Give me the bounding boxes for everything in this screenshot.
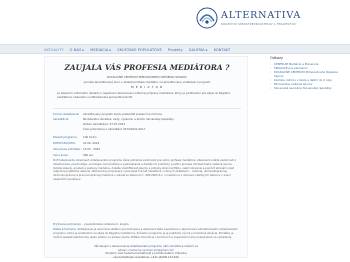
other-info-text: Vzdelávanie je ukončené skúškou pred kom… <box>53 228 238 239</box>
other-info-section: Ďalšie informácie: Vzdelávanie je ukonče… <box>53 228 241 239</box>
divider <box>53 108 241 109</box>
profile-section: Profil absolventa: Absolvent vzdelávacie… <box>53 159 241 182</box>
info-label: Akreditácia: <box>53 117 70 121</box>
info-value: 01.06. 2024 <box>83 141 100 145</box>
nav-item-mediacia[interactable]: MEDIÁCIA ▸ <box>90 48 111 52</box>
info-value: Číslo potvrdenia o akreditácii 2470/2022… <box>83 127 146 131</box>
profile-text: Absolvent vzdelávacieho programu získa p… <box>53 159 236 181</box>
intro-paragraph: so získaním odborného dokladu o úspešnom… <box>57 91 230 99</box>
info-label: Cena kurzu: <box>53 153 70 157</box>
brand-emblem-icon <box>196 7 218 29</box>
admission-text: - vysokoškolské vzdelanie II. stupňa <box>82 223 129 226</box>
nav-item-aktuality[interactable]: AKTUALITY <box>44 48 64 52</box>
admission-section: Prijímacie podmienky: - vysokoškolské vz… <box>53 223 241 227</box>
program-name: M E D I Á T O R <box>131 85 163 89</box>
brand-tagline: DRUŽSTVO SPROSTREDKOVATEĽOV A TERAPEUTOV <box>221 21 297 26</box>
sidebar-links: Odkazy › CENTRUM Mediácie a Prevencie › … <box>270 56 340 91</box>
intro-line-offer: ponúka akreditovaný kurz v oblasti profe… <box>83 80 211 84</box>
article-content: ZAUJALA VÁS PROFESIA MEDIÁTORA ? DOUKAČN… <box>44 56 248 258</box>
nav-item-projekty[interactable]: Projekty <box>168 48 183 52</box>
profile-label: Profil absolventa: <box>53 159 76 162</box>
info-label: DÁTUM ZAČATIA: <box>53 141 76 145</box>
info-value: 990 eur <box>83 153 94 157</box>
footer-phone: nás kontaktujte na telefóne: +421 (0)905… <box>113 255 179 259</box>
info-label: Ukončenie prihlášok: <box>53 147 82 151</box>
info-value: 15.05 . 2024 <box>83 147 101 151</box>
nav-item-populatove[interactable]: SKUSTAKO POPULÁTOVÉ <box>117 48 161 52</box>
site-header: ALTERNATIVA DRUŽSTVO SPROSTREDKOVATEĽOV … <box>0 0 350 38</box>
page-title: ZAUJALA VÁS PROFESIA MEDIÁTORA ? <box>64 63 230 72</box>
info-value: Dátum akreditácie: 07.07.2023 <box>83 122 126 126</box>
sidebar-link[interactable]: › Slovenská asociácia Slovenskej republi… <box>270 85 340 91</box>
admission-label: Prijímacie podmienky: <box>53 223 82 226</box>
nav-item-galeria[interactable]: GALÉRIA ▸ <box>189 48 208 52</box>
info-value: 100 hodín <box>83 135 97 139</box>
info-value: Akreditovaný program kurzu prebiehať pre… <box>83 112 163 116</box>
sidebar-link-label: Slovenská asociácia Slovenskej republiky <box>274 85 332 90</box>
other-info-label: Ďalšie informácie: <box>53 228 77 231</box>
sidebar-title: Odkazy <box>270 56 283 60</box>
info-label: Rozsah programu: <box>53 135 78 139</box>
info-value: Ministerstvo školstva, vedy, výskumu a š… <box>83 117 175 121</box>
brand-name: ALTERNATIVA <box>221 9 302 21</box>
contact-footer: Váš záujem o absolvovanie vzdelávacieho … <box>44 245 248 259</box>
intro-line-center: DOUKAČNÉ CENTRUM MIMOSÚDNEHO RIEŠENIA SP… <box>107 75 187 79</box>
nav-item-kontakt[interactable]: KONTAKT <box>214 48 231 52</box>
info-label: Forma vzdelávania: <box>53 112 80 116</box>
nav-menu: AKTUALITY O NÁS ▸ MEDIÁCIA ▸ SKUSTAKO PO… <box>44 45 236 54</box>
nav-item-o-nas[interactable]: O NÁS ▸ <box>70 48 85 52</box>
main-navigation: AKTUALITY O NÁS ▸ MEDIÁCIA ▸ SKUSTAKO PO… <box>0 44 350 54</box>
brand-logo[interactable]: ALTERNATIVA DRUŽSTVO SPROSTREDKOVATEĽOV … <box>196 7 301 29</box>
